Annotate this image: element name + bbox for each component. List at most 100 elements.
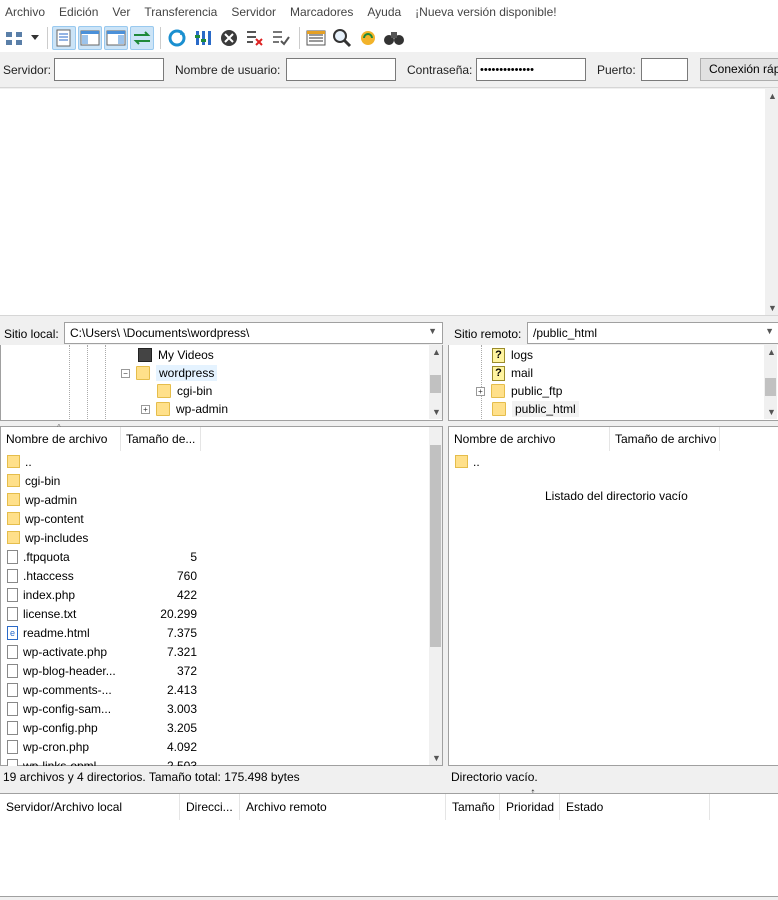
remote-path-input[interactable]: /public_html ▼: [527, 322, 778, 344]
menu-new-version[interactable]: ¡Nueva versión disponible!: [415, 5, 556, 19]
process-queue-icon[interactable]: [191, 26, 215, 50]
remote-path-dropdown-icon[interactable]: ▼: [765, 326, 774, 336]
menu-ayuda[interactable]: Ayuda: [367, 5, 401, 19]
site-manager-icon[interactable]: [3, 26, 27, 50]
scroll-down-icon[interactable]: ▼: [432, 407, 441, 417]
sync-browse-icon[interactable]: [356, 26, 380, 50]
tree-item-public-ftp[interactable]: + public_ftp: [476, 382, 562, 400]
message-log[interactable]: ▲ ▼: [0, 89, 778, 316]
tree-item-wordpress[interactable]: − wordpress: [121, 364, 218, 382]
scroll-thumb[interactable]: [430, 375, 441, 393]
table-row[interactable]: .htaccess 760: [7, 566, 197, 585]
find-icon[interactable]: [382, 26, 406, 50]
scroll-thumb[interactable]: [765, 378, 776, 396]
username-input[interactable]: [286, 58, 396, 81]
filter-icon[interactable]: [304, 26, 328, 50]
tree-item-mail[interactable]: ? mail: [492, 364, 533, 382]
menu-transferencia[interactable]: Transferencia: [144, 5, 217, 19]
queue-col-remote[interactable]: Archivo remoto: [240, 794, 446, 820]
remote-col-size[interactable]: Tamaño de archivo: [610, 427, 720, 451]
expand-icon[interactable]: +: [141, 404, 150, 414]
scroll-up-icon[interactable]: ▲: [767, 347, 776, 357]
queue-col-status[interactable]: Estado: [560, 794, 710, 820]
local-tree-toggle-icon[interactable]: [78, 26, 102, 50]
pane-splitter[interactable]: [443, 322, 448, 788]
local-path-dropdown-icon[interactable]: ▼: [428, 326, 437, 336]
scroll-thumb[interactable]: [430, 445, 441, 647]
local-file-list[interactable]: Nombre de archivo ^ Tamaño de... .. cgi-b…: [0, 423, 443, 773]
menu-servidor[interactable]: Servidor: [231, 5, 276, 19]
folder-icon: [492, 402, 506, 416]
message-log-toggle-icon[interactable]: [52, 26, 76, 50]
password-input[interactable]: [476, 58, 586, 81]
table-row[interactable]: wp-content: [7, 509, 197, 528]
remote-tree-scrollbar[interactable]: ▲ ▼: [764, 345, 777, 419]
scroll-down-icon[interactable]: ▼: [768, 303, 777, 313]
scroll-down-icon[interactable]: ▼: [432, 753, 441, 763]
disconnect-icon[interactable]: [243, 26, 267, 50]
table-row[interactable]: wp-cron.php 4.092: [7, 737, 197, 756]
port-input[interactable]: [641, 58, 688, 81]
file-icon: [7, 663, 18, 678]
remote-tree-toggle-icon[interactable]: [104, 26, 128, 50]
menu-archivo[interactable]: Archivo: [5, 5, 45, 19]
table-row[interactable]: wp-blog-header... 372: [7, 661, 197, 680]
compare-icon[interactable]: [330, 26, 354, 50]
local-path-input[interactable]: C:\Users\ \Documents\wordpress\ ▼: [64, 322, 443, 344]
tree-item-my-videos[interactable]: My Videos: [138, 346, 214, 364]
file-name: wp-cron.php: [23, 739, 90, 754]
scroll-up-icon[interactable]: ▲: [768, 91, 777, 101]
menu-ver[interactable]: Ver: [112, 5, 130, 19]
expand-icon[interactable]: +: [476, 386, 485, 396]
local-col-name[interactable]: Nombre de archivo: [1, 427, 121, 451]
scroll-up-icon[interactable]: ▲: [432, 347, 441, 357]
queue-col-local[interactable]: Servidor/Archivo local: [0, 794, 180, 820]
scroll-down-icon[interactable]: ▼: [767, 407, 776, 417]
menu-edicion[interactable]: Edición: [59, 5, 98, 19]
dropdown-arrow-icon[interactable]: [29, 26, 41, 50]
table-row[interactable]: wp-config.php 3.205: [7, 718, 197, 737]
file-size: 372: [176, 663, 197, 678]
file-name: wp-content: [25, 511, 84, 526]
filezilla-window: Archivo Edición Ver Transferencia Servid…: [0, 0, 778, 900]
transfer-queue[interactable]: Servidor/Archivo local Direcci... Archiv…: [0, 793, 778, 900]
table-row[interactable]: e readme.html 7.375: [7, 623, 197, 642]
table-row[interactable]: index.php 422: [7, 585, 197, 604]
table-row[interactable]: .ftpquota 5: [7, 547, 197, 566]
file-size: 7.321: [166, 644, 197, 659]
queue-col-priority[interactable]: Prioridad: [500, 794, 560, 820]
tree-item-logs[interactable]: ? logs: [492, 346, 533, 364]
file-name: wp-config.php: [23, 720, 98, 735]
remote-site-label: Sitio remoto:: [454, 327, 522, 341]
table-row[interactable]: cgi-bin: [7, 471, 197, 490]
tree-item-cgi-bin[interactable]: cgi-bin: [157, 382, 212, 400]
server-input[interactable]: [54, 58, 164, 81]
table-row[interactable]: ..: [7, 452, 197, 471]
menu-marcadores[interactable]: Marcadores: [290, 5, 353, 19]
queue-col-direction[interactable]: Direcci...: [180, 794, 240, 820]
collapse-icon[interactable]: −: [121, 368, 130, 378]
local-tree-scrollbar[interactable]: ▲ ▼: [429, 345, 442, 419]
remote-status: Directorio vacío.: [448, 766, 778, 788]
table-row[interactable]: wp-config-sam... 3.003: [7, 699, 197, 718]
remote-col-name[interactable]: Nombre de archivo: [449, 427, 610, 451]
log-scrollbar[interactable]: ▲ ▼: [765, 89, 778, 315]
table-row[interactable]: wp-comments-... 2.413: [7, 680, 197, 699]
refresh-icon[interactable]: [165, 26, 189, 50]
local-list-scrollbar[interactable]: ▼: [429, 427, 442, 765]
queue-col-size[interactable]: Tamaño: [446, 794, 500, 820]
sort-asc-icon: ^: [57, 423, 61, 432]
table-row[interactable]: wp-admin: [7, 490, 197, 509]
tree-item-wp-admin[interactable]: + wp-admin: [141, 400, 228, 418]
tree-item-public-html[interactable]: public_html: [492, 400, 579, 418]
local-col-size[interactable]: Tamaño de...: [121, 427, 201, 451]
list-item[interactable]: ..: [455, 452, 567, 471]
transfer-queue-toggle-icon[interactable]: [130, 26, 154, 50]
table-row[interactable]: wp-includes: [7, 528, 197, 547]
remote-file-list[interactable]: Nombre de archivo Tamaño de archivo .. L…: [448, 426, 778, 766]
reconnect-icon[interactable]: [269, 26, 293, 50]
table-row[interactable]: license.txt 20.299: [7, 604, 197, 623]
quickconnect-button[interactable]: Conexión ráp: [700, 58, 778, 81]
table-row[interactable]: wp-activate.php 7.321: [7, 642, 197, 661]
cancel-icon[interactable]: [217, 26, 241, 50]
